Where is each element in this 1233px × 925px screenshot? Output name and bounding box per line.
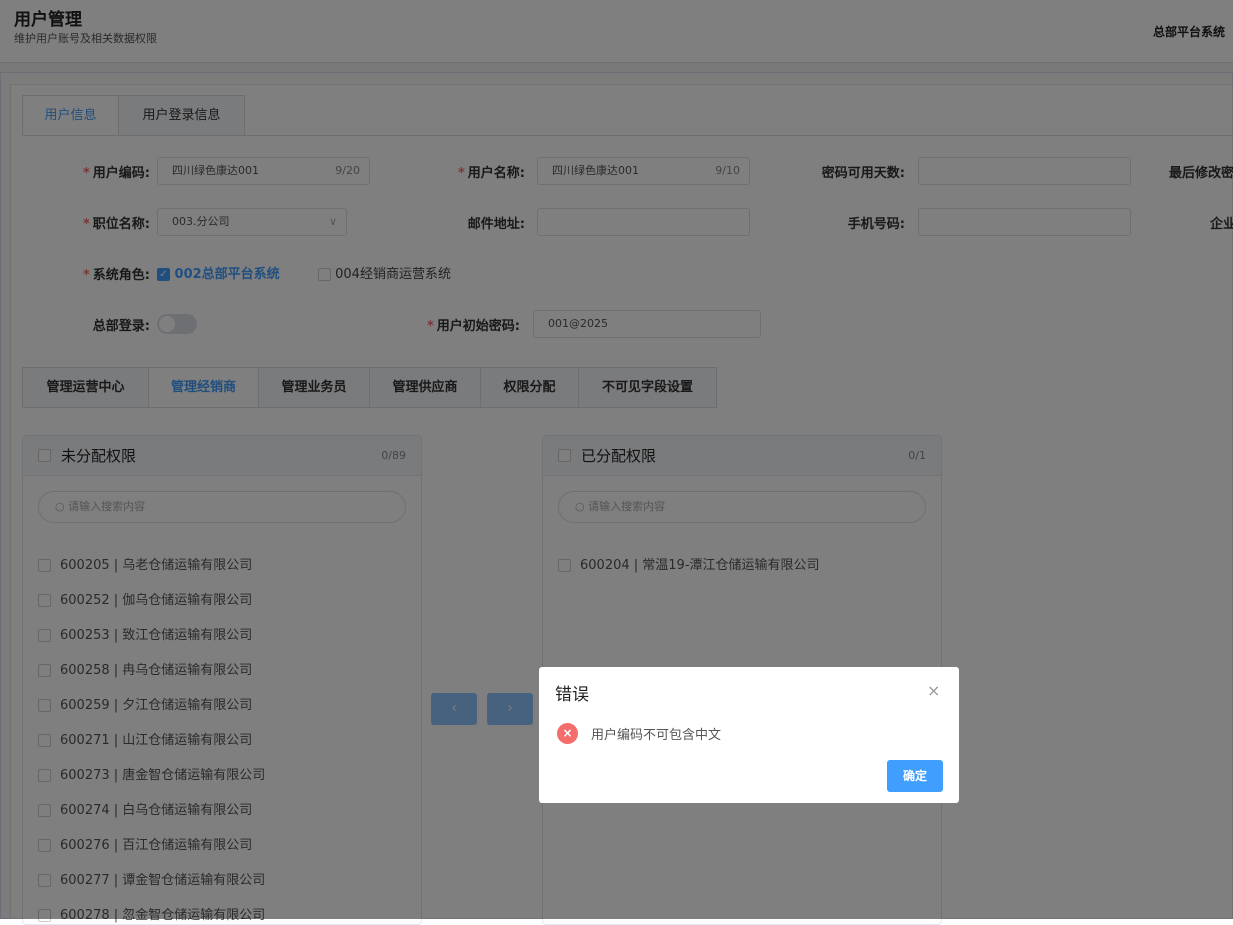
error-icon: × <box>557 723 578 744</box>
close-icon[interactable]: × <box>927 681 940 700</box>
dialog-title: 错误 <box>555 685 589 705</box>
error-dialog: 错误 × × 用户编码不可包含中文 确定 <box>539 667 959 803</box>
confirm-button[interactable]: 确定 <box>887 760 943 792</box>
dialog-message: 用户编码不可包含中文 <box>591 728 722 743</box>
